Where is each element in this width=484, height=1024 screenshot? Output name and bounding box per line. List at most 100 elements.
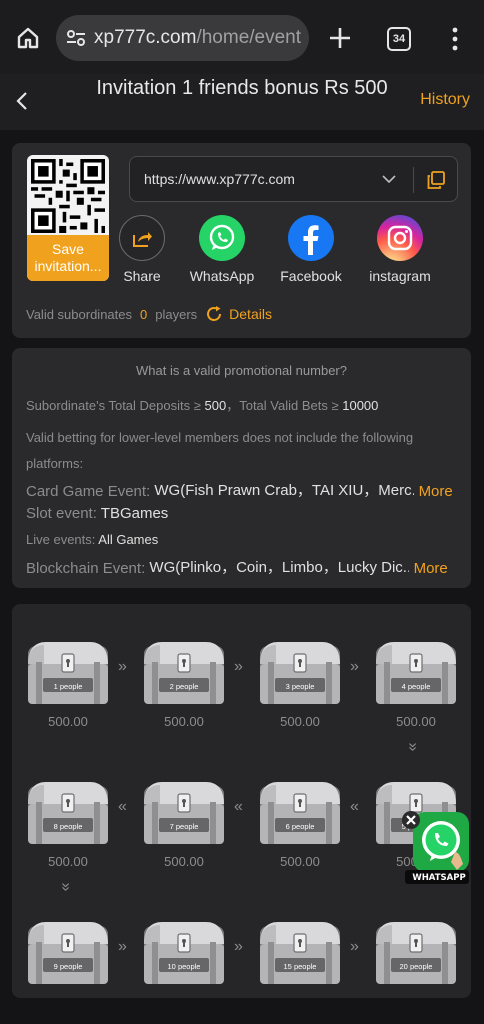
whatsapp-float-label: WHATSAPP	[412, 873, 466, 883]
invite-link-text: https://www.xp777c.com	[144, 171, 295, 187]
reward-chest[interactable]: 1 people	[26, 636, 110, 706]
back-icon[interactable]	[12, 88, 32, 114]
exclude-note-line2: platforms:	[26, 456, 84, 471]
chevrons-right-icon: »	[118, 938, 127, 955]
slot-value: TBGames	[100, 505, 169, 522]
whatsapp-share-button[interactable]: WhatsApp	[177, 215, 267, 284]
reward-chest[interactable]: 2 people	[142, 636, 226, 706]
url-path: /home/event	[196, 27, 302, 48]
reward-chest[interactable]: 9 people	[26, 916, 110, 986]
share-button[interactable]: Share	[97, 215, 187, 284]
treasure-chest-icon	[376, 922, 456, 984]
deposits-label: Subordinate's Total Deposits ≥	[26, 398, 201, 413]
new-tab-icon[interactable]	[327, 25, 353, 51]
blockchain-label: Blockchain Event:	[26, 560, 146, 577]
reward-chest[interactable]: 6 people	[258, 776, 342, 846]
chevrons-left-icon: «	[118, 798, 127, 815]
instagram-share-button[interactable]: instagram	[355, 215, 445, 284]
facebook-label: Facebook	[280, 268, 342, 284]
chest-amount: 500.00	[164, 854, 204, 869]
link-divider	[413, 167, 414, 193]
treasure-chest-icon	[376, 642, 456, 704]
card-game-value: WG(Fish Prawn Crab，TAI XIU，Merc...	[154, 482, 415, 499]
chevrons-right-icon: »	[350, 658, 359, 675]
rule-requirements: Subordinate's Total Deposits ≥ 500，Total…	[26, 395, 378, 414]
reward-chest[interactable]: 4 people	[374, 636, 458, 706]
treasure-chest-icon	[144, 782, 224, 844]
treasure-chest-icon	[260, 782, 340, 844]
rules-card: What is a valid promotional number? Subo…	[12, 348, 471, 588]
page-header: Invitation 1 friends bonus Rs 500 Histor…	[0, 74, 484, 130]
chevrons-right-icon: »	[350, 938, 359, 955]
share-icon	[119, 215, 165, 261]
chest-amount: 500.00	[164, 714, 204, 729]
url-host: xp777c.com	[94, 27, 197, 48]
card-game-rule: Card Game Event: WG(Fish Prawn Crab，TAI …	[26, 479, 453, 500]
chest-amount: 500.00	[280, 714, 320, 729]
details-link[interactable]: Details	[229, 306, 272, 322]
treasure-chest-icon	[28, 782, 108, 844]
chest-amount: 500.00	[396, 714, 436, 729]
instagram-label: instagram	[369, 268, 431, 284]
slot-rule: Slot event: TBGames	[26, 505, 168, 522]
treasure-chest-icon	[144, 642, 224, 704]
address-bar[interactable]: xp777c.com/home/event	[56, 15, 309, 61]
reward-chest[interactable]: 10 people	[142, 916, 226, 986]
home-icon[interactable]	[16, 26, 40, 50]
treasure-chest-icon	[260, 642, 340, 704]
reward-chest[interactable]: 15 people	[258, 916, 342, 986]
valid-subordinates-label: Valid subordinates	[26, 306, 132, 322]
blockchain-value: WG(Plinko，Coin，Limbo，Lucky Dic...	[149, 559, 410, 576]
deposits-value: 500	[204, 398, 227, 413]
treasure-chest-icon	[28, 642, 108, 704]
bets-value: 10000	[342, 398, 379, 413]
valid-subordinates-unit: players	[155, 306, 198, 322]
facebook-share-button[interactable]: Facebook	[266, 215, 356, 284]
history-link[interactable]: History	[420, 91, 470, 109]
bets-label: Total Valid Bets ≥	[239, 398, 339, 413]
slot-label: Slot event:	[26, 505, 97, 522]
copy-icon[interactable]	[426, 170, 446, 190]
url-text[interactable]: xp777c.com/home/event	[94, 27, 302, 49]
whatsapp-icon	[199, 215, 245, 261]
site-settings-icon[interactable]	[64, 26, 88, 50]
chest-people-label: 7 people	[169, 822, 199, 831]
comma-separator: ，	[226, 398, 240, 413]
reward-chest[interactable]: 8 people	[26, 776, 110, 846]
chest-people-label: 4 people	[401, 682, 431, 691]
chest-people-label: 20 people	[399, 962, 433, 971]
refresh-icon[interactable]	[205, 305, 223, 323]
share-label: Share	[123, 268, 161, 284]
chest-people-label: 2 people	[169, 682, 199, 691]
reward-chest[interactable]: 20 people	[374, 916, 458, 986]
chevrons-left-icon: «	[234, 798, 243, 815]
more-menu-icon[interactable]	[446, 26, 464, 52]
whatsapp-label: WhatsApp	[189, 268, 255, 284]
chevron-down-icon[interactable]	[381, 171, 397, 187]
valid-subordinates-row: Valid subordinates 0 players Details	[26, 305, 272, 323]
chest-people-label: 8 people	[53, 822, 83, 831]
invite-link-select[interactable]: https://www.xp777c.com	[129, 156, 458, 202]
share-options: Share WhatsApp Facebook instagram	[119, 215, 470, 285]
chevrons-right-icon: »	[234, 938, 243, 955]
chevrons-down-icon: »	[57, 882, 75, 892]
chevrons-right-icon: »	[118, 658, 127, 675]
blockchain-rule: Blockchain Event: WG(Plinko，Coin，Limbo，L…	[26, 556, 448, 577]
page-title: Invitation 1 friends bonus Rs 500	[96, 77, 388, 99]
blockchain-more-link[interactable]: More	[414, 560, 448, 577]
whatsapp-float-button[interactable]: WHATSAPP	[401, 808, 477, 888]
chest-people-label: 15 people	[283, 962, 317, 971]
chest-amount: 500.00	[48, 714, 88, 729]
treasure-chest-icon	[144, 922, 224, 984]
browser-toolbar: xp777c.com/home/event 34	[0, 0, 484, 74]
qr-code-icon	[31, 159, 105, 233]
live-value: All Games	[98, 532, 159, 547]
chevrons-down-icon: »	[404, 742, 422, 752]
card-game-label: Card Game Event:	[26, 483, 151, 500]
reward-chest[interactable]: 3 people	[258, 636, 342, 706]
tab-switcher-button[interactable]: 34	[387, 27, 411, 51]
exclude-note-line1: Valid betting for lower-level members do…	[26, 430, 414, 445]
reward-chest[interactable]: 7 people	[142, 776, 226, 846]
chest-people-label: 1 people	[53, 682, 83, 691]
card-game-more-link[interactable]: More	[419, 483, 453, 500]
